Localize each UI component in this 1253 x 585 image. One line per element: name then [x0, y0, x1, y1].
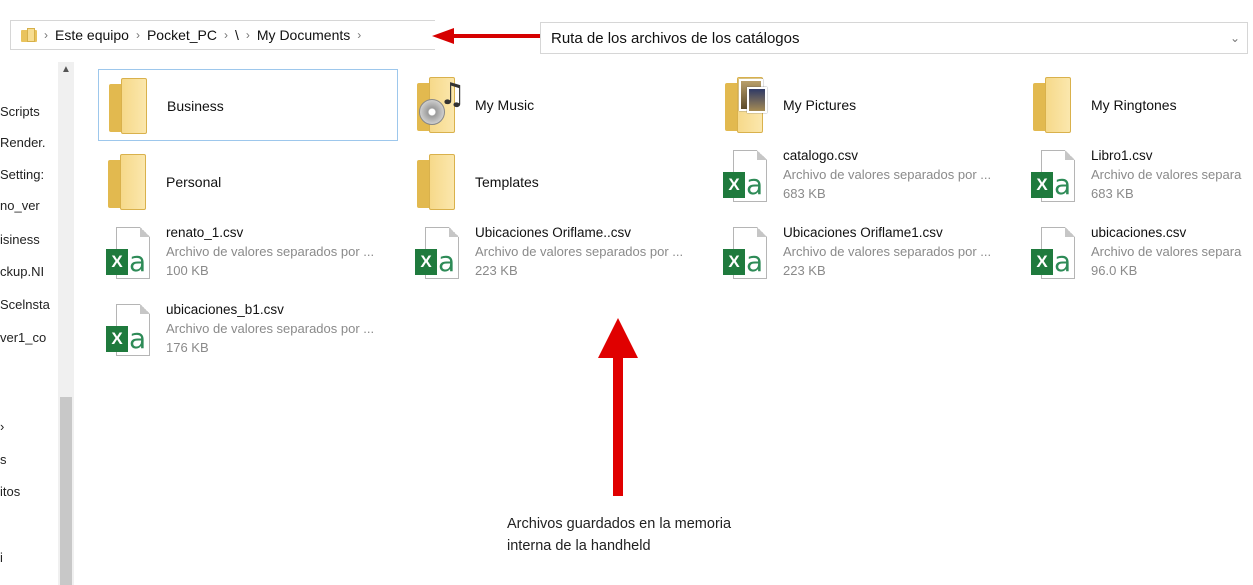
file-name: Ubicaciones Oriflame1.csv — [783, 225, 943, 240]
file-type: Archivo de valores separa — [1091, 167, 1242, 182]
file-item-renato[interactable]: aX renato_1.csv Archivo de valores separ… — [98, 223, 398, 295]
excel-csv-icon: aX — [1031, 227, 1077, 283]
file-name: ubicaciones_b1.csv — [166, 302, 284, 317]
folder-item-my-ringtones[interactable]: My Ringtones — [1023, 69, 1253, 141]
annotation-arrow-up — [598, 318, 638, 496]
folder-name: Personal — [166, 174, 222, 190]
folder-icon — [417, 154, 457, 210]
file-name: renato_1.csv — [166, 225, 244, 240]
folder-icon — [21, 28, 37, 42]
nav-item[interactable]: Scripts — [0, 104, 40, 119]
file-type: Archivo de valores separados por ... — [783, 244, 992, 259]
annotation-text: Archivos guardados en la memoria interna… — [507, 513, 807, 557]
nav-item[interactable]: › — [0, 419, 4, 434]
excel-csv-icon: aX — [106, 304, 152, 360]
file-size: 683 KB — [783, 186, 826, 201]
scroll-up-icon[interactable]: ▲ — [58, 64, 74, 75]
breadcrumb-separator[interactable]: › — [246, 28, 250, 42]
folder-name: My Pictures — [783, 97, 857, 113]
breadcrumb-separator[interactable]: › — [224, 28, 228, 42]
chevron-down-icon[interactable]: ⌄ — [1223, 31, 1247, 45]
file-size: 96.0 KB — [1091, 263, 1138, 278]
path-field[interactable]: Ruta de los archivos de los catálogos ⌄ — [540, 22, 1248, 54]
file-item-ubicaciones-oriflame[interactable]: aX Ubicaciones Oriflame..csv Archivo de … — [407, 223, 707, 295]
folder-item-templates[interactable]: Templates — [407, 146, 707, 218]
pictures-folder-icon — [725, 77, 767, 133]
excel-csv-icon: aX — [1031, 150, 1077, 206]
file-name: Libro1.csv — [1091, 148, 1153, 163]
folder-item-personal[interactable]: Personal — [98, 146, 398, 218]
breadcrumb-pocket-pc[interactable]: Pocket_PC — [147, 27, 217, 43]
folder-icon — [1033, 77, 1073, 133]
excel-csv-icon: aX — [723, 150, 769, 206]
file-type: Archivo de valores separados por ... — [475, 244, 684, 259]
file-size: 176 KB — [166, 340, 209, 355]
file-item-libro1[interactable]: aX Libro1.csv Archivo de valores separa … — [1023, 146, 1253, 218]
annotation-line-2: interna de la handheld — [507, 538, 651, 554]
file-type: Archivo de valores separados por ... — [783, 167, 992, 182]
folder-item-business[interactable]: Business — [98, 69, 398, 141]
file-size: 683 KB — [1091, 186, 1134, 201]
file-size: 100 KB — [166, 263, 209, 278]
nav-item[interactable]: itos — [0, 484, 20, 499]
file-item-ubicaciones-oriflame1[interactable]: aX Ubicaciones Oriflame1.csv Archivo de … — [715, 223, 1015, 295]
file-type: Archivo de valores separa — [1091, 244, 1242, 259]
file-size: 223 KB — [783, 263, 826, 278]
annotation-arrow-left — [432, 28, 542, 44]
breadcrumb-root[interactable]: \ — [235, 27, 239, 43]
nav-item[interactable]: no_ver — [0, 198, 40, 213]
nav-item[interactable]: Render. — [0, 135, 46, 150]
folder-name: My Music — [475, 97, 535, 113]
file-type: Archivo de valores separados por ... — [166, 244, 375, 259]
file-name: ubicaciones.csv — [1091, 225, 1187, 240]
breadcrumb-separator[interactable]: › — [357, 28, 361, 42]
vertical-scrollbar[interactable]: ▲ — [58, 62, 74, 585]
excel-csv-icon: aX — [415, 227, 461, 283]
folder-item-my-music[interactable]: ♫ My Music — [407, 69, 707, 141]
scrollbar-thumb[interactable] — [60, 397, 72, 585]
folder-item-my-pictures[interactable]: My Pictures — [715, 69, 1015, 141]
file-name: Ubicaciones Oriflame..csv — [475, 225, 632, 240]
music-folder-icon: ♫ — [417, 77, 466, 133]
address-bar[interactable]: › Este equipo › Pocket_PC › \ › My Docum… — [10, 20, 435, 50]
folder-name: My Ringtones — [1091, 97, 1177, 113]
excel-csv-icon: aX — [723, 227, 769, 283]
folder-icon — [108, 154, 148, 210]
breadcrumb-este-equipo[interactable]: Este equipo — [55, 27, 129, 43]
nav-item[interactable]: ckup.NI — [0, 264, 44, 279]
nav-item[interactable]: Scelnsta — [0, 297, 50, 312]
file-item-catalogo[interactable]: aX catalogo.csv Archivo de valores separ… — [715, 146, 1015, 218]
breadcrumb-my-documents[interactable]: My Documents — [257, 27, 350, 43]
file-item-ubicaciones[interactable]: aX ubicaciones.csv Archivo de valores se… — [1023, 223, 1253, 295]
file-item-ubicaciones-b1[interactable]: aX ubicaciones_b1.csv Archivo de valores… — [98, 300, 398, 372]
folder-name: Templates — [475, 174, 539, 190]
breadcrumb-separator: › — [44, 28, 48, 42]
file-type: Archivo de valores separados por ... — [166, 321, 375, 336]
path-field-text: Ruta de los archivos de los catálogos — [551, 29, 800, 47]
nav-item[interactable]: s — [0, 452, 7, 467]
excel-csv-icon: aX — [106, 227, 152, 283]
nav-item[interactable]: i — [0, 550, 3, 565]
breadcrumb-separator[interactable]: › — [136, 28, 140, 42]
nav-item[interactable]: ver1_co — [0, 330, 46, 345]
annotation-line-1: Archivos guardados en la memoria — [507, 516, 732, 532]
folder-icon — [109, 78, 149, 134]
file-name: catalogo.csv — [783, 148, 859, 163]
folder-name: Business — [167, 98, 224, 114]
file-size: 223 KB — [475, 263, 518, 278]
nav-item[interactable]: Setting: — [0, 167, 44, 182]
nav-item[interactable]: isiness — [0, 232, 40, 247]
